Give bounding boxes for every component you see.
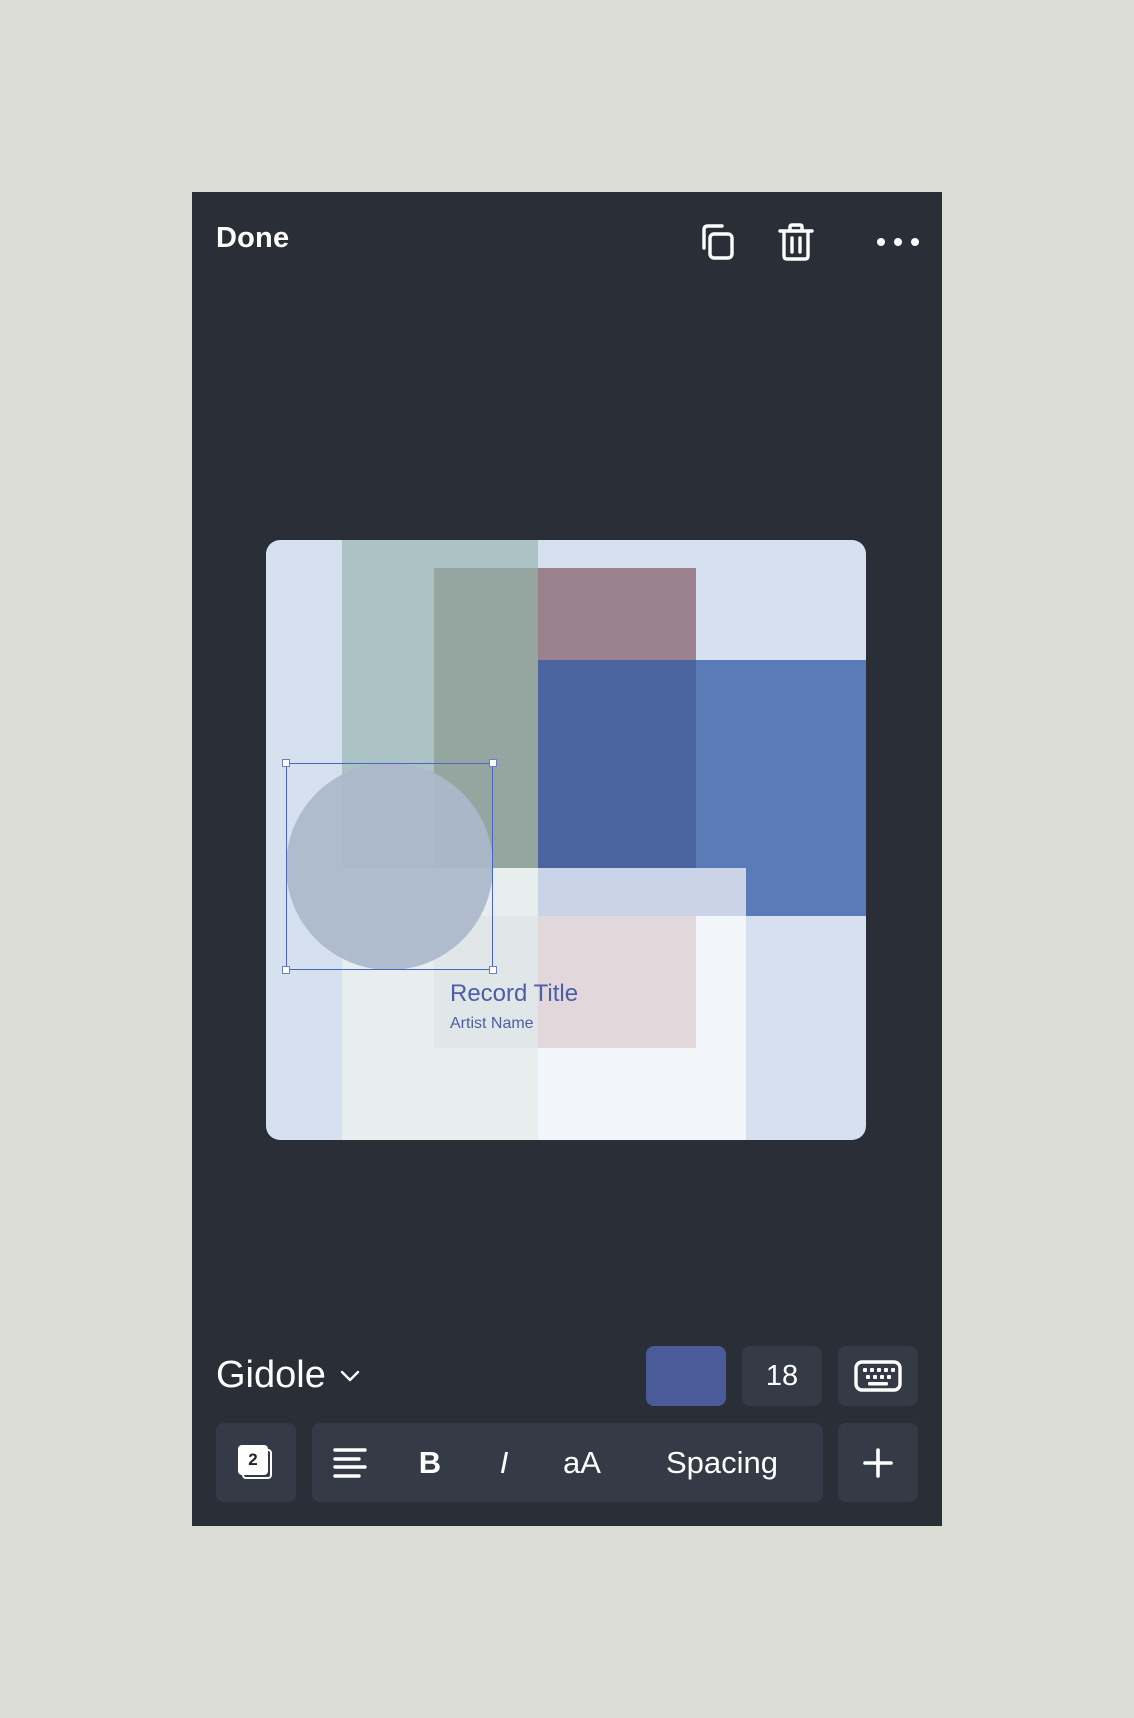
text-format-toolbar: B I aA Spacing — [312, 1423, 823, 1502]
font-size-field[interactable]: 18 — [742, 1346, 822, 1406]
case-label: aA — [563, 1444, 601, 1480]
resize-handle-top-right[interactable] — [489, 759, 497, 767]
add-button[interactable] — [838, 1423, 918, 1502]
lavender-strip — [538, 868, 746, 916]
more-button[interactable] — [874, 220, 922, 264]
font-size-value: 18 — [765, 1359, 799, 1392]
resize-handle-bottom-right[interactable] — [489, 966, 497, 974]
editor-screen: Done Record Title Artist Name Gidole 18 … — [192, 192, 942, 1526]
duplicate-icon — [702, 224, 734, 260]
trash-icon — [778, 223, 814, 261]
align-left-icon — [333, 1447, 367, 1478]
layers-button[interactable]: 2 — [216, 1423, 296, 1502]
layers-icon: 2 — [238, 1444, 274, 1481]
duplicate-button[interactable] — [694, 220, 738, 264]
font-picker[interactable]: Gidole — [216, 1354, 360, 1397]
layer-count: 2 — [238, 1444, 268, 1475]
spacing-label: Spacing — [665, 1444, 779, 1480]
keyboard-button[interactable] — [838, 1346, 918, 1406]
plus-icon — [863, 1447, 893, 1478]
artist-name-text[interactable]: Artist Name — [450, 1015, 534, 1033]
keyboard-icon — [854, 1360, 902, 1392]
photo-mauve-panel — [538, 568, 696, 660]
chevron-down-icon — [340, 1370, 360, 1381]
italic-button[interactable]: I — [476, 1423, 532, 1502]
resize-handle-top-left[interactable] — [282, 759, 290, 767]
text-color-swatch[interactable] — [646, 1346, 726, 1406]
artboard[interactable]: Record Title Artist Name — [266, 540, 866, 1140]
photo-blue-panel — [538, 660, 696, 868]
align-button[interactable] — [322, 1423, 378, 1502]
bold-button[interactable]: B — [402, 1423, 458, 1502]
spacing-button[interactable]: Spacing — [642, 1423, 802, 1502]
record-title-text[interactable]: Record Title — [450, 980, 578, 1008]
selection-box[interactable] — [286, 763, 493, 970]
italic-label: I — [499, 1444, 509, 1480]
resize-handle-bottom-left[interactable] — [282, 966, 290, 974]
more-icon — [877, 238, 919, 246]
font-name-label: Gidole — [216, 1354, 326, 1396]
bold-label: B — [418, 1444, 442, 1480]
case-button[interactable]: aA — [544, 1423, 620, 1502]
done-button[interactable]: Done — [216, 222, 289, 255]
delete-button[interactable] — [774, 220, 818, 264]
